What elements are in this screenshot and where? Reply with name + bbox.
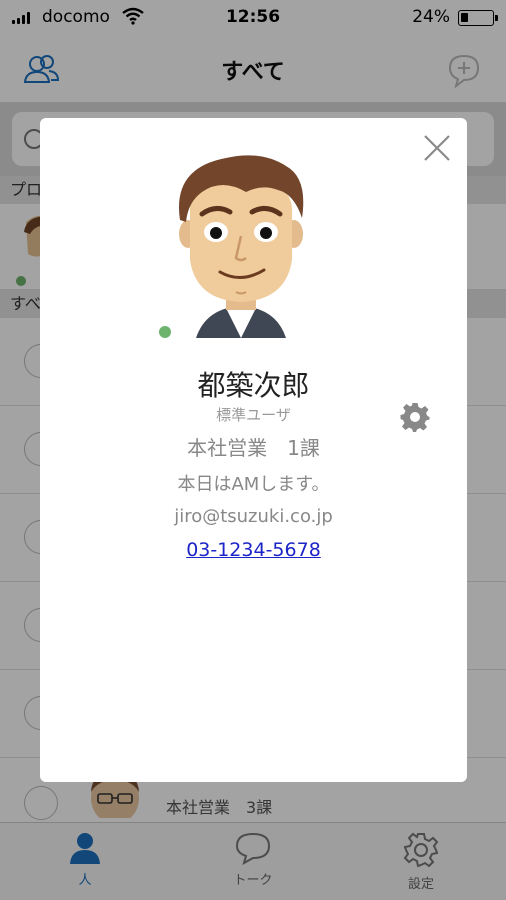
profile-status-message: 本日はAMします。 — [177, 474, 330, 495]
avatar — [178, 155, 304, 338]
profile-department: 本社営業 1課 — [187, 436, 320, 460]
profile-name: 都築次郎 — [197, 369, 310, 402]
app-screen: docomo 12:56 24% すべて プロ すべ 本社営業 3課 人 トーク… — [0, 0, 506, 900]
close-icon[interactable] — [421, 132, 453, 164]
profile-phone-link[interactable]: 03-1234-5678 — [40, 539, 467, 561]
gear-icon[interactable] — [400, 402, 430, 432]
profile-modal: 都築次郎 標準ユーザ 本社営業 1課 本日はAMします。 jiro@tsuzuk… — [40, 118, 467, 782]
online-indicator — [159, 326, 171, 338]
profile-email: jiro@tsuzuki.co.jp — [174, 506, 333, 527]
